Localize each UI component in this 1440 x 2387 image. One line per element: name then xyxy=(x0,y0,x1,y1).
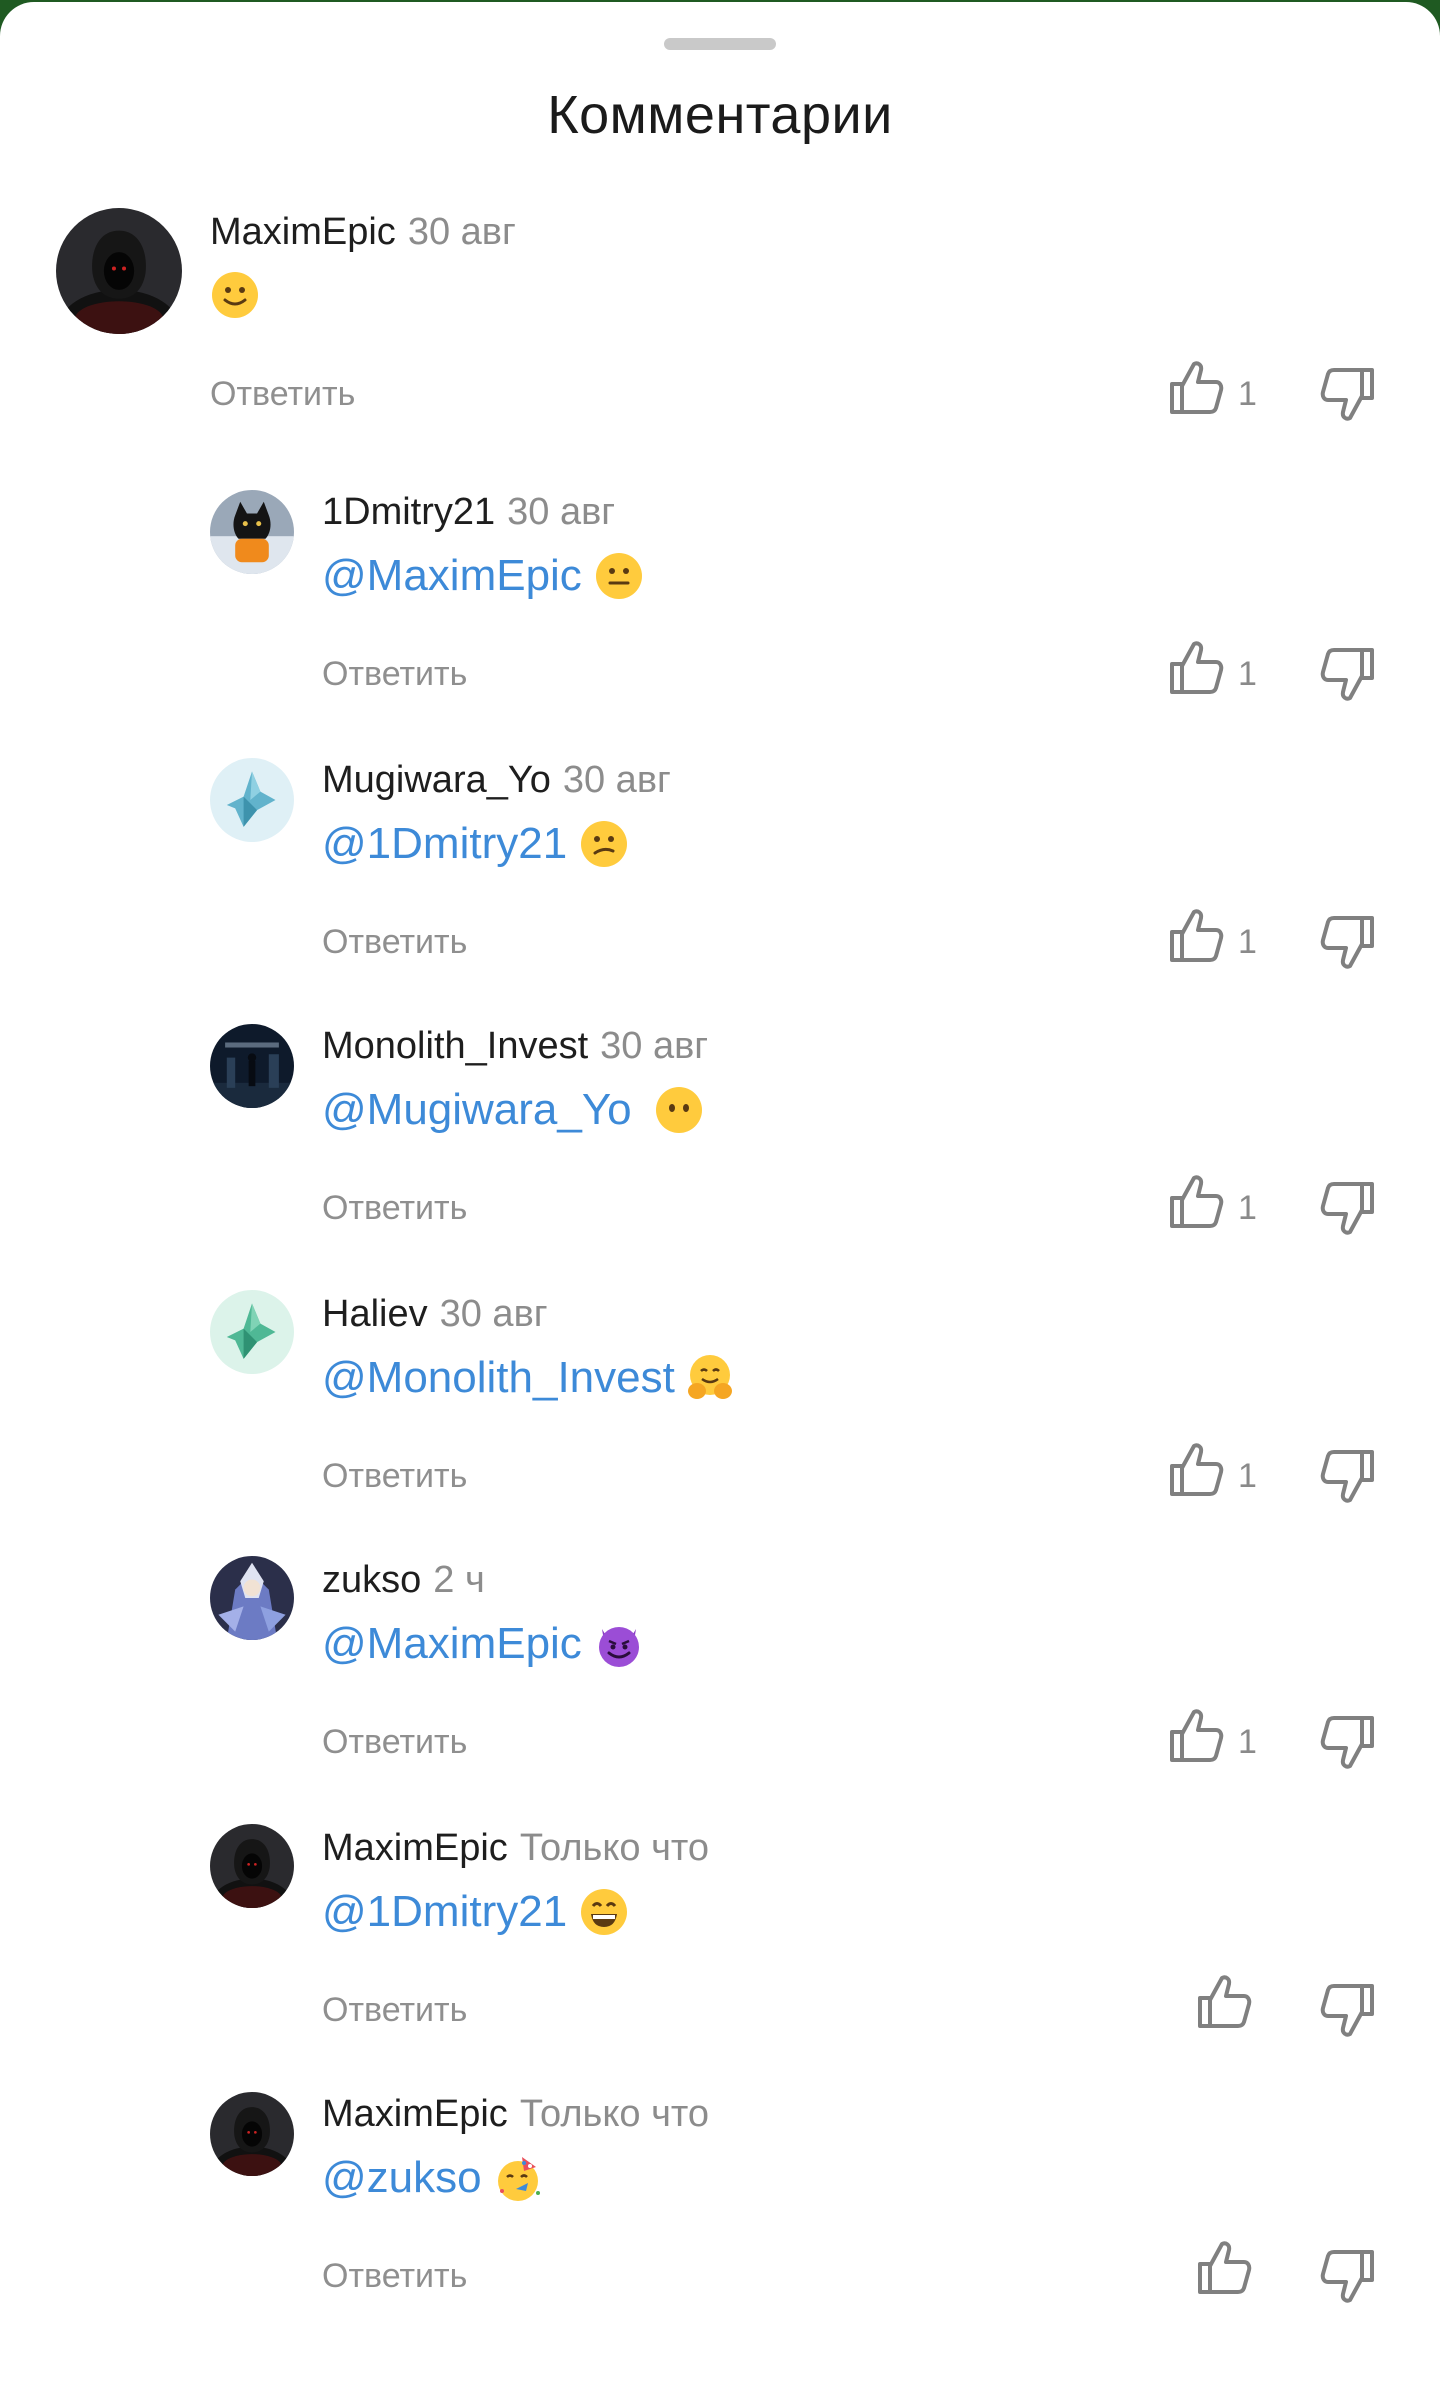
thumbs-down-icon[interactable] xyxy=(1316,1978,1380,2042)
comment-author[interactable]: MaximEpic xyxy=(322,2093,508,2135)
reply-button[interactable]: Ответить xyxy=(322,2256,467,2296)
confused-face-emoji xyxy=(579,819,629,869)
avatar[interactable] xyxy=(210,490,294,574)
mention-link[interactable]: @Mugiwara_Yo xyxy=(322,1084,632,1136)
black-cat-avatar xyxy=(210,490,294,574)
comment-text: @zukso xyxy=(322,2152,544,2204)
like-count: 1 xyxy=(1238,923,1257,961)
thumbs-down-icon[interactable] xyxy=(1316,2244,1380,2308)
mention-link[interactable]: @MaximEpic xyxy=(322,550,582,602)
comment-meta: MaximEpic Только что xyxy=(322,1826,709,1870)
avatar[interactable] xyxy=(210,1556,294,1640)
thumbs-up-icon[interactable] xyxy=(1164,1170,1228,1234)
sheet-title: Комментарии xyxy=(547,85,893,145)
mention-link[interactable]: @Monolith_Invest xyxy=(322,1352,675,1404)
mention-link[interactable]: @1Dmitry21 xyxy=(322,818,567,870)
mention-link[interactable]: @zukso xyxy=(322,2152,482,2204)
comment-text: @1Dmitry21 xyxy=(322,1886,629,1938)
thumbs-up-icon[interactable] xyxy=(1164,636,1228,700)
comment-time: 30 авг xyxy=(562,759,671,801)
drag-handle[interactable] xyxy=(664,38,776,50)
blue-fox-avatar xyxy=(210,758,294,842)
thumbs-down-icon[interactable] xyxy=(1316,1176,1380,1240)
slightly-smiling-face-emoji xyxy=(210,270,260,320)
comment-author[interactable]: Mugiwara_Yo xyxy=(322,759,551,801)
comment-text: @Monolith_Invest xyxy=(322,1352,735,1404)
comment-time: 30 авг xyxy=(600,1025,709,1067)
grinning-face-emoji xyxy=(579,1887,629,1937)
avatar[interactable] xyxy=(210,1824,294,1908)
comment-text: @Mugiwara_Yo xyxy=(322,1084,704,1136)
reply-button[interactable]: Ответить xyxy=(322,1456,467,1496)
thumbs-down-icon[interactable] xyxy=(1316,642,1380,706)
comment-time: Только что xyxy=(519,2093,709,2135)
comment-text: @1Dmitry21 xyxy=(322,818,629,870)
comment-text xyxy=(210,270,260,320)
comment-meta: Monolith_Invest 30 авг xyxy=(322,1024,708,1068)
comment-author[interactable]: Haliev xyxy=(322,1293,428,1335)
avatar[interactable] xyxy=(210,1024,294,1108)
comment-meta: zukso 2 ч xyxy=(322,1558,485,1602)
hooded-figure-avatar xyxy=(210,1824,294,1908)
comment-author[interactable]: 1Dmitry21 xyxy=(322,491,495,533)
comment-author[interactable]: zukso xyxy=(322,1559,421,1601)
comment-text: @MaximEpic xyxy=(322,1618,644,1670)
comment-time: 30 авг xyxy=(439,1293,548,1335)
thumbs-down-icon[interactable] xyxy=(1316,1444,1380,1508)
thumbs-up-icon[interactable] xyxy=(1164,1438,1228,1502)
thumbs-up-icon[interactable] xyxy=(1164,904,1228,968)
comment-author[interactable]: MaximEpic xyxy=(210,211,396,253)
green-fox-avatar xyxy=(210,1290,294,1374)
thumbs-up-icon[interactable] xyxy=(1164,1704,1228,1768)
thumbs-down-icon[interactable] xyxy=(1316,910,1380,974)
like-count: 1 xyxy=(1238,655,1257,693)
comment-text: @MaximEpic xyxy=(322,550,644,602)
anime-character-avatar xyxy=(210,1556,294,1640)
comment-meta: MaximEpic Только что xyxy=(322,2092,709,2136)
reply-button[interactable]: Ответить xyxy=(210,374,355,414)
avatar[interactable] xyxy=(210,2092,294,2176)
mention-link[interactable]: @MaximEpic xyxy=(322,1618,582,1670)
hooded-figure-avatar xyxy=(210,2092,294,2176)
reply-button[interactable]: Ответить xyxy=(322,922,467,962)
monolith-avatar xyxy=(210,1024,294,1108)
hooded-figure-avatar xyxy=(56,208,182,334)
comment-time: 2 ч xyxy=(433,1559,485,1601)
thumbs-up-icon[interactable] xyxy=(1192,1970,1256,2034)
reply-button[interactable]: Ответить xyxy=(322,1722,467,1762)
smiling-devil-emoji xyxy=(594,1619,644,1669)
comment-meta: MaximEpic 30 авг xyxy=(210,210,516,254)
like-count: 1 xyxy=(1238,375,1257,413)
thumbs-down-icon[interactable] xyxy=(1316,362,1380,426)
reply-button[interactable]: Ответить xyxy=(322,1188,467,1228)
comment-time: Только что xyxy=(519,1827,709,1869)
comment-author[interactable]: MaximEpic xyxy=(322,1827,508,1869)
avatar[interactable] xyxy=(56,208,182,334)
comment-meta: Haliev 30 авг xyxy=(322,1292,548,1336)
reply-button[interactable]: Ответить xyxy=(322,1990,467,2030)
face-without-mouth-emoji xyxy=(654,1085,704,1135)
comment-time: 30 авг xyxy=(407,211,516,253)
reply-button[interactable]: Ответить xyxy=(322,654,467,694)
thumbs-up-icon[interactable] xyxy=(1192,2236,1256,2300)
avatar[interactable] xyxy=(210,758,294,842)
thumbs-down-icon[interactable] xyxy=(1316,1710,1380,1774)
thumbs-up-icon[interactable] xyxy=(1164,356,1228,420)
like-count: 1 xyxy=(1238,1723,1257,1761)
comment-time: 30 авг xyxy=(507,491,616,533)
comment-meta: 1Dmitry21 30 авг xyxy=(322,490,615,534)
comments-sheet: Комментарии MaximEpic 30 авг Ответить 1 … xyxy=(0,2,1440,2387)
comment-author[interactable]: Monolith_Invest xyxy=(322,1025,588,1067)
mention-link[interactable]: @1Dmitry21 xyxy=(322,1886,567,1938)
avatar[interactable] xyxy=(210,1290,294,1374)
like-count: 1 xyxy=(1238,1189,1257,1227)
hugging-face-emoji xyxy=(685,1353,735,1403)
partying-face-emoji xyxy=(494,2153,544,2203)
comment-meta: Mugiwara_Yo 30 авг xyxy=(322,758,671,802)
like-count: 1 xyxy=(1238,1457,1257,1495)
neutral-face-emoji xyxy=(594,551,644,601)
